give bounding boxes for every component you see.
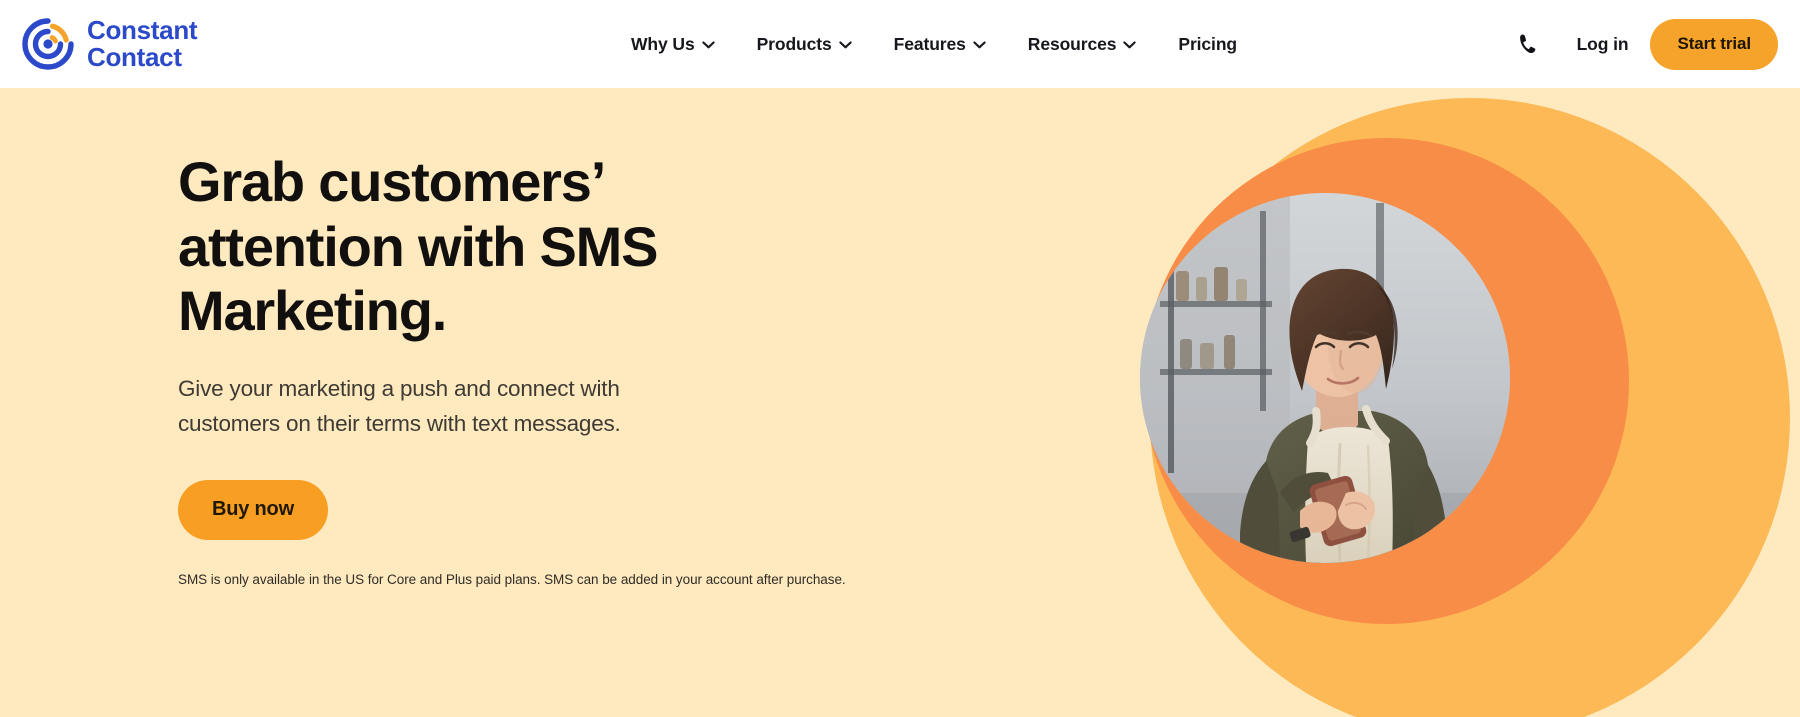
hero-title: Grab customers’ attention with SMS Marke… (178, 150, 658, 343)
landing-page: Constant Contact Why Us Products Feature… (0, 0, 1800, 717)
hero-disclaimer: SMS is only available in the US for Core… (178, 571, 846, 587)
login-link[interactable]: Log in (1555, 34, 1651, 55)
constant-contact-swirl-icon (22, 18, 74, 70)
brand-wordmark: Constant Contact (87, 15, 198, 72)
header-actions: Log in Start trial (1507, 0, 1778, 88)
hero-copy: Grab customers’ attention with SMS Marke… (178, 150, 898, 587)
chevron-down-icon (973, 41, 986, 49)
primary-navigation: Why Us Products Features Resources Prici… (610, 0, 1258, 88)
brand-name-line1: Constant (87, 15, 198, 46)
nav-item-why-us[interactable]: Why Us (610, 0, 736, 88)
hero-photo (1140, 193, 1510, 563)
nav-label: Pricing (1178, 33, 1237, 54)
brand-name-line2: Contact (87, 42, 182, 72)
phone-contact-button[interactable] (1507, 23, 1549, 65)
brand-logo[interactable]: Constant Contact (18, 14, 198, 74)
start-trial-button[interactable]: Start trial (1650, 18, 1778, 70)
site-header: Constant Contact Why Us Products Feature… (0, 0, 1800, 88)
hero-photo-illustration (1140, 193, 1510, 563)
phone-handset-icon (1519, 34, 1535, 54)
nav-item-pricing[interactable]: Pricing (1157, 0, 1258, 88)
nav-item-resources[interactable]: Resources (1007, 0, 1158, 88)
hero-subtitle: Give your marketing a push and connect w… (178, 376, 621, 436)
buy-now-button[interactable]: Buy now (178, 479, 328, 540)
chevron-down-icon (1123, 41, 1137, 49)
nav-item-features[interactable]: Features (873, 0, 1007, 88)
chevron-down-icon (838, 41, 852, 49)
nav-item-products[interactable]: Products (736, 0, 873, 88)
nav-label: Features (893, 33, 966, 54)
nav-label: Products (756, 33, 832, 54)
hero-section: Grab customers’ attention with SMS Marke… (0, 88, 1800, 717)
nav-label: Resources (1027, 33, 1117, 54)
chevron-down-icon (701, 41, 715, 49)
nav-label: Why Us (631, 33, 695, 54)
